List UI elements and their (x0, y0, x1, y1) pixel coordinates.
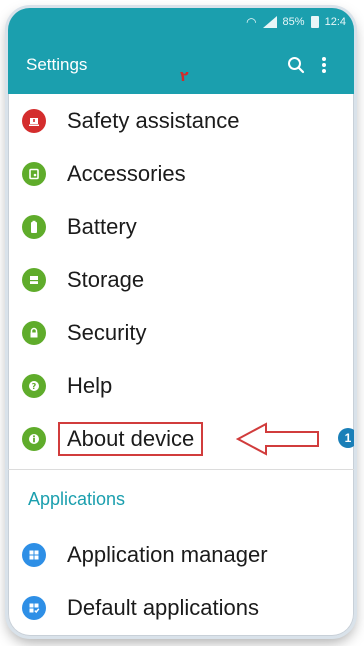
pointer-arrow-icon (236, 422, 319, 456)
phone-frame: ◠ 85% 12:4 Settings ٢ Safety assistance … (8, 8, 354, 636)
more-vert-icon[interactable] (310, 51, 338, 79)
battery-status-icon (310, 16, 319, 28)
default-apps-icon (22, 595, 46, 620)
wifi-icon: ◠ (246, 15, 257, 29)
annotation-mark: ٢ (180, 68, 189, 84)
accessories-icon (22, 161, 46, 186)
help-icon: ? (22, 373, 46, 398)
settings-item-application-manager[interactable]: Application manager (8, 528, 354, 581)
safety-alert-icon (22, 108, 46, 133)
settings-item-label: Default applications (67, 594, 260, 620)
settings-item-label: Help (67, 372, 113, 398)
settings-item-safety-assistance[interactable]: Safety assistance (8, 94, 354, 147)
battery-icon (22, 214, 46, 239)
svg-text:?: ? (32, 382, 37, 391)
settings-item-label: Application manager (67, 541, 268, 567)
app-grid-icon (22, 542, 46, 567)
about-device-highlight-box[interactable]: About device (58, 421, 204, 456)
info-icon (22, 426, 46, 451)
section-header-applications: Applications (28, 488, 126, 509)
settings-item-security[interactable]: Security (8, 306, 354, 359)
page-title: Settings (26, 55, 88, 74)
settings-item-label: Battery (67, 213, 137, 239)
settings-item-help[interactable]: ? Help (8, 359, 354, 412)
settings-item-label: Storage (67, 266, 145, 292)
storage-icon (22, 267, 46, 292)
settings-item-storage[interactable]: Storage (8, 253, 354, 306)
settings-item-label: Safety assistance (67, 107, 240, 133)
settings-item-accessories[interactable]: Accessories (8, 147, 354, 200)
settings-item-label: Accessories (67, 160, 186, 186)
status-bar: ◠ 85% 12:4 (8, 8, 354, 36)
lock-icon (22, 320, 46, 345)
battery-percent: 85% (282, 16, 305, 28)
app-bar: Settings (8, 36, 354, 94)
step-number-badge: 1 (338, 428, 354, 448)
signal-icon (262, 16, 277, 28)
settings-list: Safety assistance Accessories Battery St… (8, 94, 354, 634)
settings-item-default-applications[interactable]: Default applications (8, 581, 354, 634)
settings-item-label: Security (67, 319, 147, 345)
settings-item-about-device[interactable]: About device 1 (8, 412, 354, 465)
search-icon[interactable] (282, 51, 310, 79)
clock: 12:4 (324, 16, 346, 28)
settings-item-battery[interactable]: Battery (8, 200, 354, 253)
